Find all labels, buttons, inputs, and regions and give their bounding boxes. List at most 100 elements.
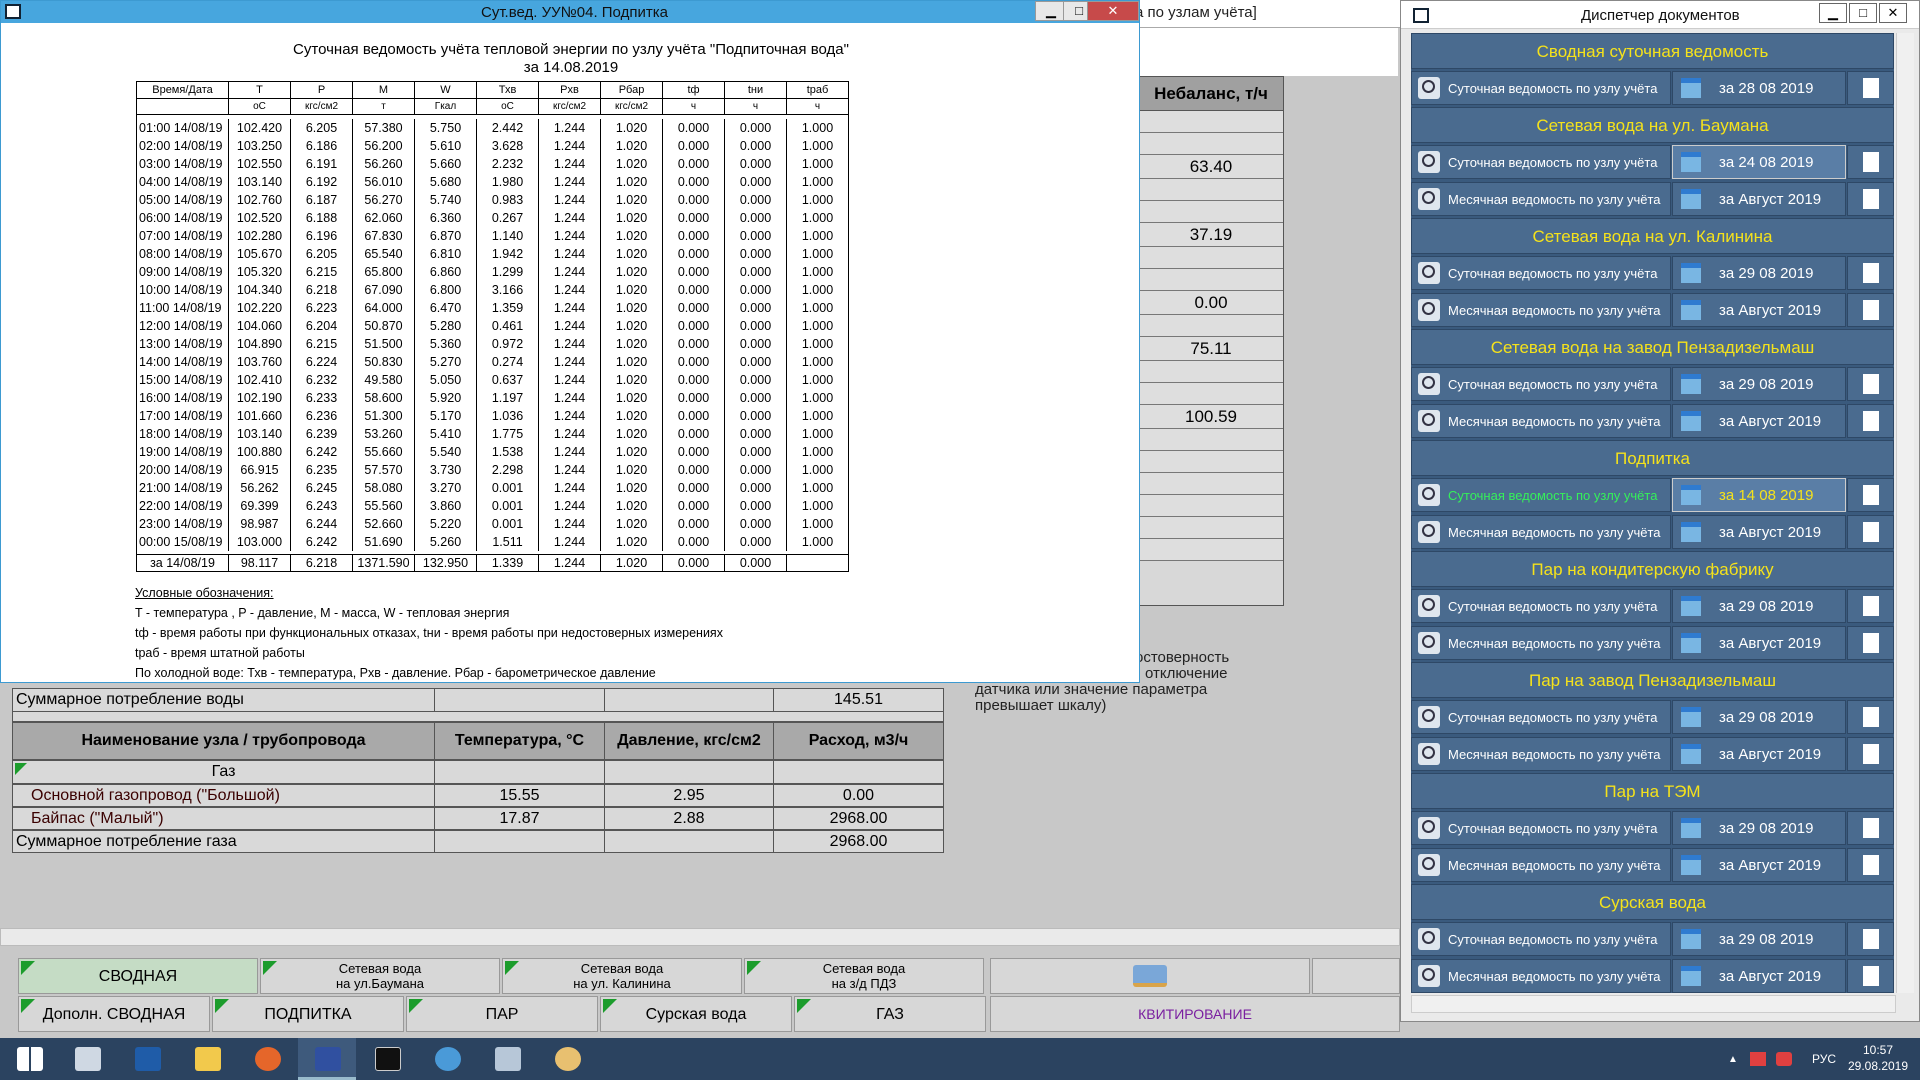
doc-item-name-button[interactable]: Месячная ведомость по узлу учёта (1411, 182, 1671, 216)
doc-open-button[interactable] (1847, 182, 1894, 216)
doc-item-name-button[interactable]: Суточная ведомость по узлу учёта (1411, 700, 1671, 734)
report-titlebar[interactable]: Сут.вед. УУ№04. Подпитка ▁ □ ✕ (1, 1, 1139, 23)
gas-group-row[interactable]: Газ (12, 760, 944, 784)
doc-group-header[interactable]: Сводная суточная ведомость (1411, 33, 1894, 69)
tray-volume-icon[interactable] (1776, 1052, 1792, 1066)
doc-open-button[interactable] (1847, 515, 1894, 549)
doc-open-button[interactable] (1847, 848, 1894, 882)
tray-network-icon[interactable] (1750, 1052, 1766, 1066)
doc-item-name-button[interactable]: Суточная ведомость по узлу учёта (1411, 367, 1671, 401)
taskbar-app[interactable] (478, 1038, 536, 1080)
doc-open-button[interactable] (1847, 626, 1894, 660)
dm-vertical-scrollbar[interactable] (1896, 33, 1914, 993)
doc-group-header[interactable]: Пар на ТЭМ (1411, 773, 1894, 809)
doc-group-header[interactable]: Сетевая вода на завод Пензадизельмаш (1411, 329, 1894, 365)
minimize-button[interactable]: ▁ (1819, 3, 1847, 23)
nav-extra-summary-button[interactable]: Дополн. СВОДНАЯ (18, 996, 210, 1032)
taskbar-app-active[interactable] (298, 1038, 356, 1080)
doc-open-button[interactable] (1847, 145, 1894, 179)
table-cell: 6.470 (414, 298, 477, 317)
doc-item-date-button[interactable]: за Август 2019 (1672, 182, 1846, 216)
nav-steam-button[interactable]: ПАР (406, 996, 598, 1032)
doc-item-date-button[interactable]: за 29 08 2019 (1672, 589, 1846, 623)
doc-item-date-button[interactable]: за 29 08 2019 (1672, 256, 1846, 290)
doc-open-button[interactable] (1847, 589, 1894, 623)
doc-item-date-button[interactable]: за 24 08 2019 (1672, 145, 1846, 179)
nav-makeup-button[interactable]: ПОДПИТКА (212, 996, 404, 1032)
tray-arrow-icon[interactable]: ▲ (1728, 1054, 1738, 1065)
doc-item-date-button[interactable]: за Август 2019 (1672, 404, 1846, 438)
horizontal-scrollbar[interactable] (0, 928, 1400, 946)
doc-group-header[interactable]: Пар на завод Пензадизельмаш (1411, 662, 1894, 698)
taskbar-app[interactable] (238, 1038, 296, 1080)
maximize-button[interactable]: □ (1849, 3, 1877, 23)
doc-item-name-button[interactable]: Суточная ведомость по узлу учёта (1411, 145, 1671, 179)
doc-open-button[interactable] (1847, 293, 1894, 327)
taskbar-app[interactable] (58, 1038, 116, 1080)
dm-horizontal-scrollbar[interactable] (1411, 995, 1896, 1013)
nav-summary-button[interactable]: СВОДНАЯ (18, 958, 258, 994)
close-button[interactable]: ✕ (1087, 1, 1139, 21)
doc-item-name-button[interactable]: Месячная ведомость по узлу учёта (1411, 293, 1671, 327)
doc-open-button[interactable] (1847, 367, 1894, 401)
taskbar-app[interactable] (118, 1038, 176, 1080)
doc-open-button[interactable] (1847, 959, 1894, 993)
acknowledge-button[interactable]: КВИТИРОВАНИЕ (990, 996, 1400, 1032)
doc-item-name-button[interactable]: Суточная ведомость по узлу учёта (1411, 256, 1671, 290)
doc-item-date-button[interactable]: за 28 08 2019 (1672, 71, 1846, 105)
dm-titlebar[interactable]: Диспетчер документов ▁ □ ✕ (1401, 1, 1919, 29)
doc-item-date-button[interactable]: за 29 08 2019 (1672, 367, 1846, 401)
doc-item-name-button[interactable]: Суточная ведомость по узлу учёта (1411, 478, 1671, 512)
doc-item-date-button[interactable]: за Август 2019 (1672, 959, 1846, 993)
taskbar-app[interactable] (418, 1038, 476, 1080)
clock[interactable]: 10:57 29.08.2019 (1838, 1042, 1918, 1074)
start-button[interactable] (0, 1038, 58, 1080)
journal-button[interactable] (990, 958, 1310, 994)
doc-item-name-button[interactable]: Месячная ведомость по узлу учёта (1411, 848, 1671, 882)
doc-open-button[interactable] (1847, 256, 1894, 290)
doc-open-button[interactable] (1847, 922, 1894, 956)
doc-item-name-button[interactable]: Месячная ведомость по узлу учёта (1411, 404, 1671, 438)
doc-open-button[interactable] (1847, 737, 1894, 771)
doc-item-date-button[interactable]: за Август 2019 (1672, 293, 1846, 327)
doc-item-name-button[interactable]: Суточная ведомость по узлу учёта (1411, 811, 1671, 845)
nav-baumana-button[interactable]: Сетевая вода на ул.Баумана (260, 958, 500, 994)
doc-open-button[interactable] (1847, 71, 1894, 105)
table-cell: 6.800 (414, 280, 477, 299)
taskbar-app[interactable] (178, 1038, 236, 1080)
doc-group-header[interactable]: Сурская вода (1411, 884, 1894, 920)
doc-item-date-button[interactable]: за 29 08 2019 (1672, 922, 1846, 956)
doc-item-name-button[interactable]: Месячная ведомость по узлу учёта (1411, 737, 1671, 771)
doc-open-button[interactable] (1847, 811, 1894, 845)
doc-item-date-button[interactable]: за Август 2019 (1672, 626, 1846, 660)
close-button[interactable]: ✕ (1879, 3, 1907, 23)
doc-item-date-button[interactable]: за 29 08 2019 (1672, 700, 1846, 734)
doc-item-name-button[interactable]: Месячная ведомость по узлу учёта (1411, 515, 1671, 549)
doc-item-name-button[interactable]: Месячная ведомость по узлу учёта (1411, 626, 1671, 660)
doc-item-date-button[interactable]: за Август 2019 (1672, 737, 1846, 771)
doc-item-name-button[interactable]: Суточная ведомость по узлу учёта (1411, 589, 1671, 623)
doc-item-date-button[interactable]: за 14 08 2019 (1672, 478, 1846, 512)
doc-item-name-button[interactable]: Месячная ведомость по узлу учёта (1411, 959, 1671, 993)
doc-item-date-button[interactable]: за 29 08 2019 (1672, 811, 1846, 845)
taskbar-app[interactable] (538, 1038, 596, 1080)
doc-open-button[interactable] (1847, 700, 1894, 734)
doc-open-button[interactable] (1847, 478, 1894, 512)
language-indicator[interactable]: РУС (1812, 1052, 1836, 1066)
doc-group-header[interactable]: Пар на кондитерскую фабрику (1411, 551, 1894, 587)
doc-open-button[interactable] (1847, 404, 1894, 438)
doc-item-date-button[interactable]: за Август 2019 (1672, 515, 1846, 549)
taskbar-app[interactable] (358, 1038, 416, 1080)
nav-pdz-button[interactable]: Сетевая вода на з/д ПДЗ (744, 958, 984, 994)
doc-item-date-button[interactable]: за Август 2019 (1672, 848, 1846, 882)
legend-line: T - температура , P - давление, M - масс… (135, 606, 510, 620)
doc-group-header[interactable]: Подпитка (1411, 440, 1894, 476)
doc-group-header[interactable]: Сетевая вода на ул. Баумана (1411, 107, 1894, 143)
nav-kalinina-button[interactable]: Сетевая вода на ул. Калинина (502, 958, 742, 994)
nav-gas-button[interactable]: ГАЗ (794, 996, 986, 1032)
nav-sura-water-button[interactable]: Сурская вода (600, 996, 792, 1032)
doc-item-name-button[interactable]: Суточная ведомость по узлу учёта (1411, 922, 1671, 956)
blank-button[interactable] (1312, 958, 1400, 994)
doc-item-name-button[interactable]: Суточная ведомость по узлу учёта (1411, 71, 1671, 105)
doc-group-header[interactable]: Сетевая вода на ул. Калинина (1411, 218, 1894, 254)
